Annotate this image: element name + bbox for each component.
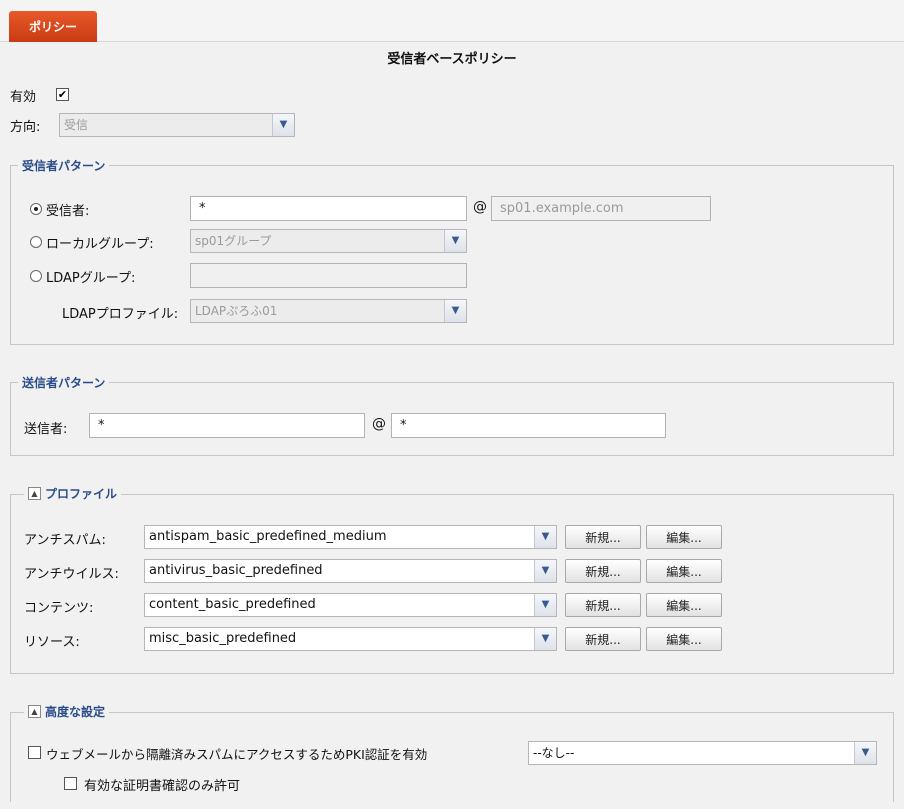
sender-pattern-legend: 送信者パターン (18, 374, 110, 391)
profile-row-label: コンテンツ: (24, 601, 94, 616)
sender-label: 送信者: (24, 422, 68, 437)
recipient-at-sign: @ (473, 199, 487, 215)
profile-row-value: antispam_basic_predefined_medium (149, 529, 387, 544)
chevron-down-icon[interactable]: ▼ (534, 560, 556, 582)
profile-row-new-button[interactable]: 新規... (565, 593, 641, 617)
profile-row-new-button[interactable]: 新規... (565, 627, 641, 651)
valid-cert-checkbox[interactable] (64, 777, 77, 790)
ldap-profile-label: LDAPプロファイル: (62, 307, 179, 322)
ldap-group-input[interactable] (190, 263, 467, 288)
tab-bar: ポリシー (0, 0, 904, 42)
profile-title: プロファイル (45, 487, 118, 501)
chevron-down-icon[interactable]: ▼ (534, 628, 556, 650)
ldap-group-radio[interactable] (30, 270, 42, 282)
ldap-group-label: LDAPグループ: (46, 271, 136, 286)
direction-select[interactable]: 受信 ▼ (59, 113, 295, 137)
local-group-select[interactable]: sp01グループ ▼ (190, 229, 467, 253)
pki-select[interactable]: --なし-- ▼ (528, 741, 877, 765)
direction-label: 方向: (10, 120, 41, 135)
profile-row-select[interactable]: misc_basic_predefined ▼ (144, 627, 557, 651)
profile-row-select[interactable]: antispam_basic_predefined_medium ▼ (144, 525, 557, 549)
profile-row-label: アンチウイルス: (24, 567, 119, 582)
ldap-profile-select[interactable]: LDAPぷろふ01 ▼ (190, 299, 467, 323)
chevron-down-icon[interactable]: ▼ (444, 300, 466, 322)
pki-value: --なし-- (533, 746, 575, 760)
tab-policy[interactable]: ポリシー (9, 11, 97, 42)
local-group-label: ローカルグループ: (46, 237, 154, 252)
profile-legend: ▲ プロファイル (24, 485, 122, 502)
enable-checkbox[interactable]: ✔ (56, 88, 69, 101)
direction-value: 受信 (64, 118, 89, 132)
profile-row-label: アンチスパム: (24, 533, 106, 548)
profile-row-value: antivirus_basic_predefined (149, 563, 323, 578)
profile-row-new-button[interactable]: 新規... (565, 525, 641, 549)
chevron-down-icon[interactable]: ▼ (272, 114, 294, 136)
chevron-down-icon[interactable]: ▼ (854, 742, 876, 764)
local-group-value: sp01グループ (195, 234, 272, 248)
ldap-profile-value: LDAPぷろふ01 (195, 304, 278, 318)
advanced-legend: ▲ 高度な設定 (24, 703, 110, 720)
sender-input[interactable]: * (89, 413, 365, 438)
pki-checkbox[interactable] (28, 746, 41, 759)
chevron-down-icon[interactable]: ▼ (444, 230, 466, 252)
profile-row-edit-button[interactable]: 編集... (646, 593, 722, 617)
page-title: 受信者ベースポリシー (387, 52, 517, 67)
profile-row-edit-button[interactable]: 編集... (646, 627, 722, 651)
collapse-up-icon[interactable]: ▲ (28, 487, 41, 500)
advanced-title: 高度な設定 (45, 705, 106, 719)
sender-domain-input[interactable]: * (391, 413, 666, 438)
recipient-pattern-legend: 受信者パターン (18, 157, 110, 174)
profile-row-edit-button[interactable]: 編集... (646, 559, 722, 583)
pki-label: ウェブメールから隔離済みスパムにアクセスするためPKI認証を有効 (46, 747, 428, 762)
valid-cert-label: 有効な証明書確認のみ許可 (84, 779, 241, 794)
profile-row-select[interactable]: antivirus_basic_predefined ▼ (144, 559, 557, 583)
recipient-label: 受信者: (46, 204, 90, 219)
recipient-pattern-title: 受信者パターン (22, 159, 106, 173)
profile-row-value: content_basic_predefined (149, 597, 316, 612)
profile-row-edit-button[interactable]: 編集... (646, 525, 722, 549)
profile-row-new-button[interactable]: 新規... (565, 559, 641, 583)
profile-row-label: リソース: (24, 635, 80, 650)
chevron-down-icon[interactable]: ▼ (534, 526, 556, 548)
recipient-domain-input[interactable]: sp01.example.com (491, 196, 711, 221)
sender-pattern-title: 送信者パターン (22, 376, 106, 390)
collapse-up-icon[interactable]: ▲ (28, 705, 41, 718)
recipient-input[interactable]: * (190, 196, 467, 221)
profile-row-select[interactable]: content_basic_predefined ▼ (144, 593, 557, 617)
sender-at-sign: @ (372, 416, 386, 432)
recipient-radio[interactable] (30, 203, 42, 215)
chevron-down-icon[interactable]: ▼ (534, 594, 556, 616)
profile-row-value: misc_basic_predefined (149, 631, 297, 646)
enable-label: 有効 (10, 90, 37, 105)
local-group-radio[interactable] (30, 236, 42, 248)
